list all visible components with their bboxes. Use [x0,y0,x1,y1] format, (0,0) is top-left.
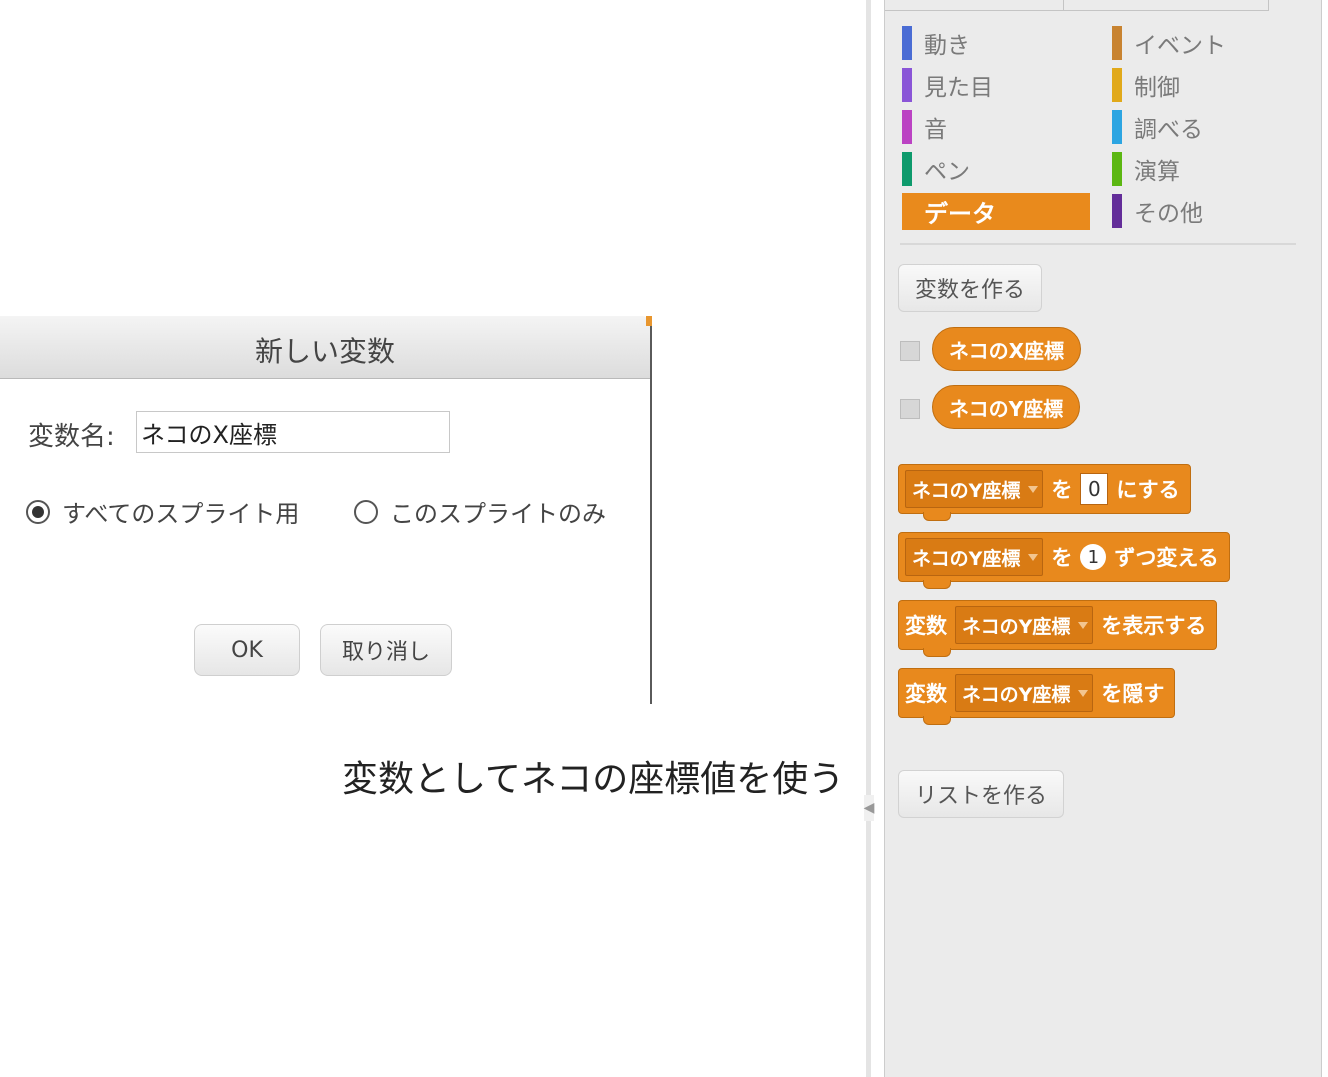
category-separator [900,243,1296,245]
category-label: イベント [1134,33,1226,59]
category-operators[interactable]: 演算 [1112,152,1180,186]
category-label: ペン [924,159,970,185]
category-swatch [902,152,912,186]
set-variable-block[interactable]: ネコのY座標 を 0 にする [898,464,1191,521]
value-input[interactable]: 0 [1080,473,1109,505]
radio-all-sprites-label: すべてのスプライト用 [62,500,300,528]
category-swatch [902,26,912,60]
category-label: 動き [924,33,970,59]
category-label: データ [924,200,996,228]
category-swatch [1112,68,1122,102]
block-text: を [1051,478,1073,502]
block-text: 変数 [905,682,947,706]
value-input[interactable]: 1 [1080,544,1107,570]
category-more-blocks[interactable]: その他 [1112,194,1203,228]
category-looks[interactable]: 見た目 [902,68,993,102]
variable-dropdown[interactable]: ネコのY座標 [905,538,1044,576]
category-sound[interactable]: 音 [902,110,947,144]
variable-dropdown[interactable]: ネコのY座標 [955,674,1094,712]
category-sensing[interactable]: 調べる [1112,110,1203,144]
tab-stub[interactable] [885,0,1063,11]
radio-all-sprites[interactable]: すべてのスプライト用 [26,494,299,529]
variable-reporter-x[interactable]: ネコのX座標 [932,327,1082,371]
variable-checkbox[interactable] [900,399,920,419]
change-variable-block[interactable]: ネコのY座標 を 1 ずつ変える [898,532,1230,589]
category-label: 調べる [1134,117,1203,143]
block-text: にする [1116,478,1180,502]
variable-name-label: 変数名: [28,422,115,452]
dropdown-arrow-icon [1078,621,1089,629]
collapse-arrow-icon[interactable]: ◀ [864,795,874,821]
category-swatch [1112,152,1122,186]
category-pen[interactable]: ペン [902,152,970,186]
variable-reporter-y[interactable]: ネコのY座標 [932,385,1081,429]
variable-name-input[interactable] [136,411,450,453]
hide-variable-block[interactable]: 変数 ネコのY座標 を隠す [898,668,1176,725]
dropdown-arrow-icon [1078,689,1089,697]
category-label: その他 [1134,201,1203,227]
dropdown-label: ネコのY座標 [962,683,1071,706]
category-swatch [1112,194,1122,228]
category-control[interactable]: 制御 [1112,68,1180,102]
dropdown-label: ネコのY座標 [912,479,1021,502]
tab-stub[interactable] [1063,0,1269,11]
category-swatch [1112,26,1122,60]
category-motion[interactable]: 動き [902,26,970,60]
dropdown-arrow-icon [1028,553,1039,561]
make-variable-button[interactable]: 変数を作る [898,264,1043,312]
variable-checkbox[interactable] [900,341,920,361]
dialog-header[interactable]: 新しい変数 [0,316,650,379]
category-data[interactable]: データ [902,193,1090,230]
cancel-button[interactable]: 取り消し [320,624,452,676]
category-label: 制御 [1134,75,1180,101]
category-swatch [902,68,912,102]
dialog-title: 新しい変数 [254,335,395,368]
category-events[interactable]: イベント [1112,26,1226,60]
variable-dropdown[interactable]: ネコのY座標 [955,606,1094,644]
category-label: 音 [924,117,947,143]
stage-edge [646,316,652,326]
block-text: を表示する [1101,614,1207,638]
variable-dropdown[interactable]: ネコのY座標 [905,470,1044,508]
pane-divider[interactable] [866,0,871,1077]
dropdown-label: ネコのY座標 [912,547,1021,570]
caption: 変数としてネコの座標値を使う [342,759,845,800]
ok-button[interactable]: OK [194,624,300,676]
dropdown-arrow-icon [1028,485,1039,493]
dropdown-label: ネコのY座標 [962,615,1071,638]
radio-this-sprite-button[interactable] [354,499,378,524]
category-swatch [902,110,912,144]
category-label: 見た目 [924,75,993,101]
show-variable-block[interactable]: 変数 ネコのY座標 を表示する [898,600,1218,657]
category-label: 演算 [1134,159,1180,185]
category-swatch [1112,110,1122,144]
new-variable-dialog: 新しい変数 変数名: すべてのスプライト用 このスプライトのみ OK 取り消し [0,316,652,704]
block-text: 変数 [905,614,947,638]
block-text: を隠す [1101,682,1165,706]
block-text: を [1051,546,1073,570]
radio-all-sprites-button[interactable] [26,499,50,524]
make-list-button[interactable]: リストを作る [898,770,1065,818]
radio-this-sprite[interactable]: このスプライトのみ [354,494,606,529]
block-text: ずつ変える [1114,546,1219,570]
radio-this-sprite-label: このスプライトのみ [390,500,606,528]
